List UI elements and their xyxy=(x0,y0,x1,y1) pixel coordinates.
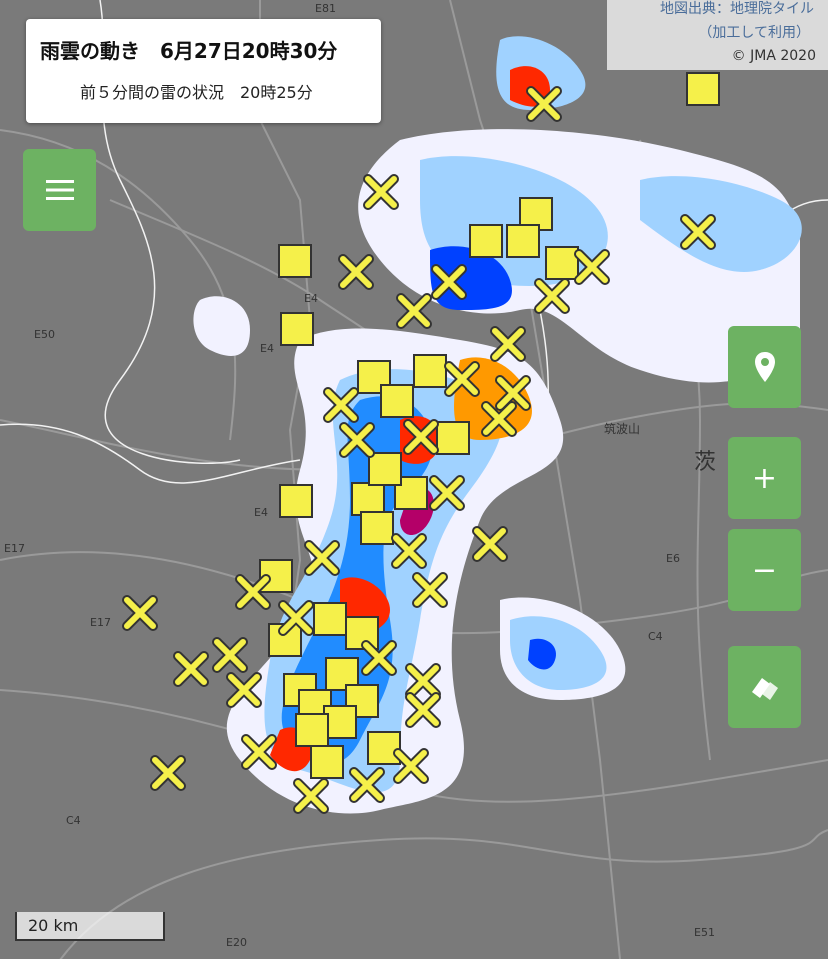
location-pin-icon xyxy=(754,352,775,382)
attribution-copyright: © JMA 2020 xyxy=(731,48,816,64)
svg-text:E20: E20 xyxy=(226,936,247,949)
lightning-square-icon xyxy=(380,384,414,418)
layers-button[interactable] xyxy=(728,646,801,728)
lightning-square-icon xyxy=(351,482,385,516)
minus-icon: − xyxy=(751,552,778,588)
place-label-ibaraki: 茨 xyxy=(694,450,717,475)
svg-text:E17: E17 xyxy=(4,542,25,555)
current-location-button[interactable] xyxy=(728,326,801,408)
zoom-in-button[interactable]: + xyxy=(728,437,801,519)
lightning-square-icon xyxy=(367,731,401,765)
menu-icon xyxy=(45,180,74,200)
svg-text:E51: E51 xyxy=(694,926,715,939)
svg-text:E6: E6 xyxy=(666,552,680,565)
svg-text:E4: E4 xyxy=(260,342,274,355)
attribution-source[interactable]: 地図出典：地理院タイル xyxy=(660,0,814,18)
lightning-square-icon xyxy=(360,511,394,545)
svg-text:E81: E81 xyxy=(315,2,336,15)
lightning-square-icon xyxy=(413,354,447,388)
lightning-square-icon xyxy=(686,72,720,106)
menu-button[interactable] xyxy=(23,149,96,231)
lightning-square-icon xyxy=(310,745,344,779)
attribution-note: （加工して利用） xyxy=(698,25,810,41)
lightning-status-subtitle: 前５分間の雷の状況 20時25分 xyxy=(80,83,313,102)
map-attribution: 地図出典：地理院タイル （加工して利用） © JMA 2020 xyxy=(607,0,828,70)
svg-text:E17: E17 xyxy=(90,616,111,629)
lightning-square-icon xyxy=(469,224,503,258)
lightning-square-icon xyxy=(280,312,314,346)
lightning-square-icon xyxy=(506,224,540,258)
map[interactable]: E81 E4 E4 E50 E4 E17 E17 E6 C4 C4 E20 E5… xyxy=(0,0,828,959)
lightning-square-icon xyxy=(436,421,470,455)
svg-text:C4: C4 xyxy=(648,630,663,643)
page-title: 雨雲の動き 6月27日20時30分 xyxy=(40,39,338,63)
zoom-out-button[interactable]: − xyxy=(728,529,801,611)
map-scale-bar: 20 km xyxy=(15,912,165,941)
svg-text:E50: E50 xyxy=(34,328,55,341)
lightning-square-icon xyxy=(279,484,313,518)
scale-label: 20 km xyxy=(28,916,79,935)
lightning-square-icon xyxy=(368,452,402,486)
lightning-square-icon xyxy=(313,602,347,636)
lightning-square-icon xyxy=(545,246,579,280)
svg-text:E4: E4 xyxy=(304,292,318,305)
layers-icon xyxy=(751,678,778,700)
svg-text:E4: E4 xyxy=(254,506,268,519)
title-panel: 雨雲の動き 6月27日20時30分 前５分間の雷の状況 20時25分 xyxy=(26,19,381,123)
place-label-tsukubasan: 筑波山 xyxy=(604,422,641,436)
svg-text:C4: C4 xyxy=(66,814,81,827)
plus-icon: + xyxy=(751,460,778,496)
lightning-square-icon xyxy=(278,244,312,278)
lightning-square-icon xyxy=(295,713,329,747)
